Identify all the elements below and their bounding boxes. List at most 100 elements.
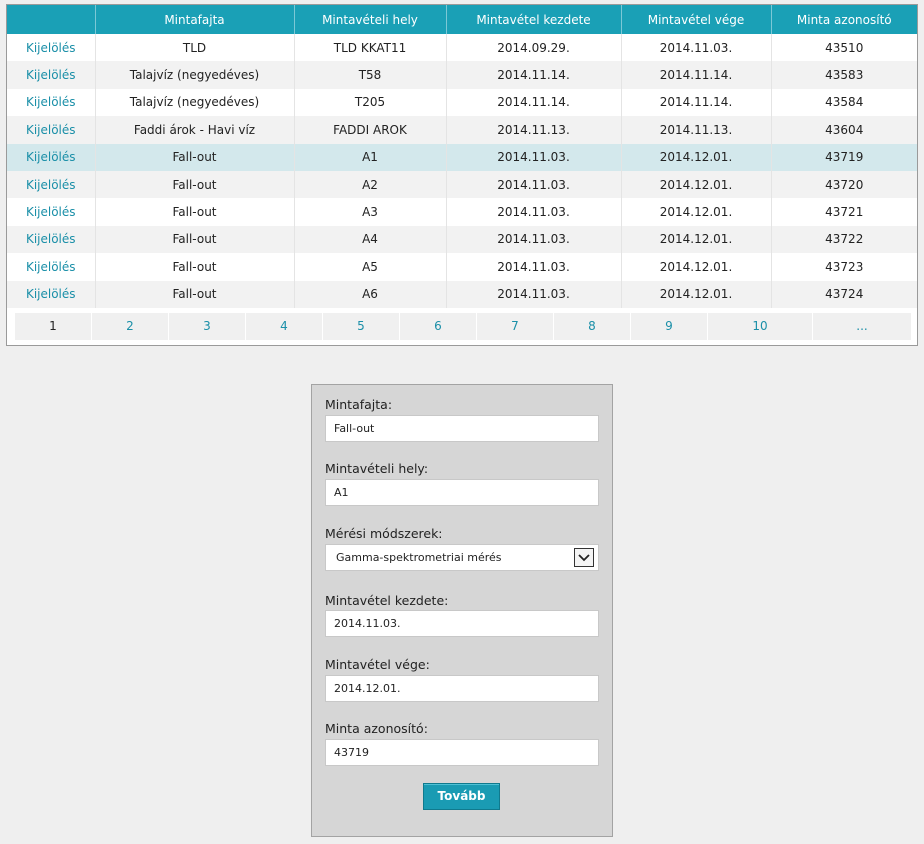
cell-start-date: 2014.11.03. xyxy=(446,143,622,171)
cell-end-date: 2014.11.14. xyxy=(621,88,772,117)
pager-page-6[interactable]: 6 xyxy=(400,313,477,340)
pager-page-8[interactable]: 8 xyxy=(554,313,631,340)
sample-grid: Mintafajta Mintavételi hely Mintavétel k… xyxy=(7,5,917,308)
cell-end-date: 2014.12.01. xyxy=(621,198,772,226)
table-row[interactable]: Kijelölés Fall-out A3 2014.11.03. 2014.12.01… xyxy=(7,198,917,226)
cell-sample-id: 43722 xyxy=(771,225,917,254)
select-link[interactable]: Kijelölés xyxy=(7,280,96,308)
cell-start-date: 2014.11.14. xyxy=(446,61,622,89)
cell-sample-type: Fall-out xyxy=(95,280,295,308)
cell-sample-id: 43584 xyxy=(825,95,864,110)
pager-page-9[interactable]: 9 xyxy=(631,313,708,340)
cell-sample-id: 43583 xyxy=(771,61,917,89)
table-row[interactable]: Kijelölés Fall-out A6 2014.11.03. 2014.12.01… xyxy=(7,280,917,308)
select-link[interactable]: Kijelölés xyxy=(7,61,96,89)
cell-sample-id: 43724 xyxy=(771,280,917,308)
cell-sample-place: A2 xyxy=(294,170,447,199)
cell-sample-id: 43719 xyxy=(771,143,917,171)
pager-page-4[interactable]: 4 xyxy=(246,313,323,340)
cell-start-date: 2014.11.03. xyxy=(446,253,622,281)
column-header-select xyxy=(7,5,96,34)
cell-sample-type: Talajvíz (negyedéves) xyxy=(95,61,295,89)
select-link[interactable]: Kijelölés xyxy=(7,34,96,62)
cell-sample-type: Faddi árok - Havi víz xyxy=(95,116,295,144)
cell-sample-type: Fall-out xyxy=(95,225,295,254)
cell-sample-type: Fall-out xyxy=(95,143,295,171)
sample-details-form: Mintafajta: Fall-out Mintavételi hely: A… xyxy=(311,384,613,837)
cell-sample-type: Talajvíz (negyedéves) xyxy=(95,88,295,117)
select-link[interactable]: Kijelölés xyxy=(7,170,96,199)
table-row[interactable]: Kijelölés Talajvíz (negyedéves) T205 2014.1… xyxy=(7,88,917,117)
cell-sample-place: TLD KKAT11 xyxy=(294,34,447,62)
column-header-sample-place[interactable]: Mintavételi hely xyxy=(294,5,447,34)
cell-sample-place: T58 xyxy=(294,61,447,89)
table-row[interactable]: Kijelölés Fall-out A4 2014.11.03. 2014.12.01… xyxy=(7,225,917,254)
end-date-label: Mintavétel vége: xyxy=(325,657,430,672)
cell-end-date: 2014.11.03. xyxy=(621,34,772,62)
cell-sample-place: FADDI AROK xyxy=(294,116,447,144)
cell-sample-type: TLD xyxy=(95,34,295,62)
cell-start-date: 2014.11.14. xyxy=(446,88,622,117)
measurement-method-label: Mérési módszerek: xyxy=(325,526,443,541)
pager-page-2[interactable]: 2 xyxy=(92,313,169,340)
select-link[interactable]: Kijelölés xyxy=(7,143,96,171)
cell-end-date: 2014.11.13. xyxy=(621,116,772,144)
pager-page-5[interactable]: 5 xyxy=(323,313,400,340)
cell-end-date: 2014.11.14. xyxy=(621,61,772,89)
cell-start-date: 2014.11.03. xyxy=(446,170,622,199)
cell-start-date: 2014.09.29. xyxy=(446,34,622,62)
select-link[interactable]: Kijelölés xyxy=(7,253,96,281)
cell-end-date: 2014.12.01. xyxy=(621,170,772,199)
column-header-sample-id[interactable]: Minta azonosító xyxy=(771,5,917,34)
cell-end-date: 2014.12.01. xyxy=(621,143,772,171)
table-row[interactable]: Kijelölés Faddi árok - Havi víz FADDI AROK… xyxy=(7,116,917,144)
grid-header-row: Mintafajta Mintavételi hely Mintavétel k… xyxy=(7,5,917,34)
end-date-field[interactable]: 2014.12.01. xyxy=(325,675,599,702)
cell-end-date: 2014.12.01. xyxy=(621,253,772,281)
column-header-sample-type[interactable]: Mintafajta xyxy=(95,5,295,34)
select-link[interactable]: Kijelölés xyxy=(7,116,96,144)
select-link[interactable]: Kijelölés xyxy=(7,225,96,254)
next-button[interactable]: Tovább xyxy=(423,783,500,810)
measurement-method-select[interactable]: Gamma-spektrometriai mérés xyxy=(325,544,599,571)
cell-sample-place: A5 xyxy=(294,253,447,281)
chevron-down-icon[interactable] xyxy=(574,548,594,567)
cell-sample-type: Fall-out xyxy=(95,253,295,281)
pagination: 1 2 3 4 5 6 7 8 9 10... xyxy=(15,313,911,340)
pager-more[interactable]: ... xyxy=(813,313,911,340)
select-link[interactable]: Kijelölés xyxy=(7,198,96,226)
start-date-field[interactable]: 2014.11.03. xyxy=(325,610,599,637)
cell-start-date: 2014.11.03. xyxy=(446,280,622,308)
cell-sample-place: A6 xyxy=(294,280,447,308)
table-row[interactable]: Kijelölés Fall-out A1 2014.11.03. 2014.12.01… xyxy=(7,143,917,171)
column-header-start-date[interactable]: Mintavétel kezdete xyxy=(446,5,622,34)
sample-place-label: Mintavételi hely: xyxy=(325,461,429,476)
table-row[interactable]: Kijelölés Fall-out A5 2014.11.03. 2014.12.01… xyxy=(7,253,917,281)
measurement-method-value: Gamma-spektrometriai mérés xyxy=(336,551,502,564)
cell-sample-id: 43723 xyxy=(825,259,864,274)
cell-sample-id: 43510 xyxy=(825,40,864,55)
pager-page-7[interactable]: 7 xyxy=(477,313,554,340)
select-link[interactable]: Kijelölés xyxy=(7,88,96,117)
sample-place-field[interactable]: A1 xyxy=(325,479,599,506)
sample-id-field[interactable]: 43719 xyxy=(325,739,599,766)
table-row[interactable]: Kijelölés Fall-out A2 2014.11.03. 2014.12.01… xyxy=(7,170,917,199)
column-header-end-date[interactable]: Mintavétel vége xyxy=(621,5,772,34)
pager-page-3[interactable]: 3 xyxy=(169,313,246,340)
pager-page-10[interactable]: 10 xyxy=(708,313,813,340)
cell-end-date: 2014.12.01. xyxy=(621,225,772,254)
table-row[interactable]: Kijelölés Talajvíz (negyedéves) T58 2014.11… xyxy=(7,61,917,89)
sample-id-label: Minta azonosító: xyxy=(325,721,428,736)
table-row[interactable]: Kijelölés TLD TLD KKAT11 2014.09.29. 2014.11… xyxy=(7,34,917,62)
cell-sample-id: 43721 xyxy=(825,205,864,220)
cell-sample-id: 43720 xyxy=(771,170,917,199)
sample-type-field[interactable]: Fall-out xyxy=(325,415,599,442)
cell-sample-place: A4 xyxy=(294,225,447,254)
cell-start-date: 2014.11.03. xyxy=(446,198,622,226)
cell-sample-place: A1 xyxy=(294,143,447,171)
cell-end-date: 2014.12.01. xyxy=(621,280,772,308)
sample-type-label: Mintafajta: xyxy=(325,397,393,412)
sample-grid-panel: Mintafajta Mintavételi hely Mintavétel k… xyxy=(6,4,918,346)
start-date-label: Mintavétel kezdete: xyxy=(325,593,449,608)
cell-sample-place: A3 xyxy=(294,198,447,226)
